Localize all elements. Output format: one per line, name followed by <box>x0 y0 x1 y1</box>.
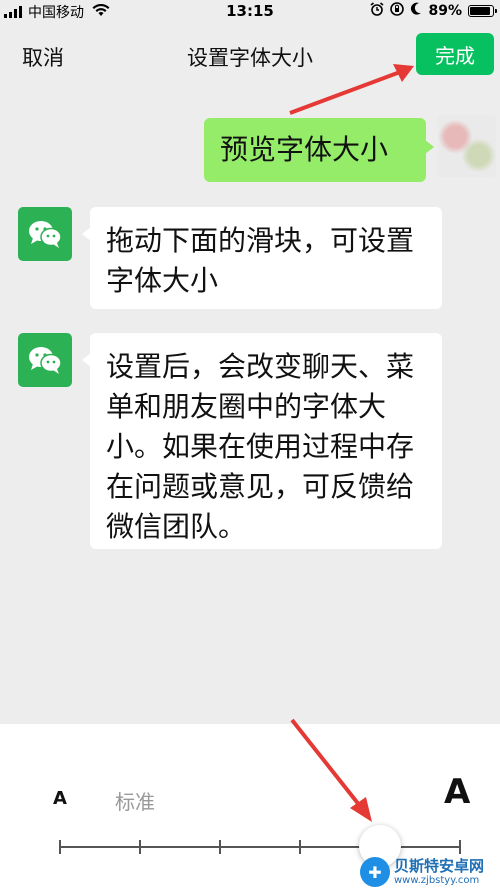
wechat-avatar <box>18 333 72 387</box>
wechat-avatar <box>18 207 72 261</box>
battery-fill <box>470 7 490 15</box>
slider-tick[interactable] <box>219 840 221 854</box>
battery-icon <box>468 5 497 17</box>
watermark-url: www.zjbstyy.com <box>394 874 480 886</box>
watermark-title: 贝斯特安卓网 <box>394 856 485 875</box>
watermark-text: 贝斯特安卓网 www.zjbstyy.com <box>394 856 485 887</box>
done-button[interactable]: 完成 <box>416 33 494 75</box>
message-bubble: 拖动下面的滑块，可设置字体大小 <box>82 207 442 309</box>
wechat-logo-icon <box>29 221 62 248</box>
small-font-label: A <box>53 788 67 809</box>
slider-tick[interactable] <box>299 840 301 854</box>
watermark: ✚ 贝斯特安卓网 www.zjbstyy.com <box>360 850 500 894</box>
slider-tick[interactable] <box>139 840 141 854</box>
status-bar: 中国移动 13:15 89% <box>0 0 500 22</box>
slider-tick[interactable] <box>59 840 61 854</box>
standard-label: 标准 <box>115 790 155 814</box>
battery-percent: 89% <box>428 3 462 19</box>
wechat-logo-icon <box>29 347 62 374</box>
alarm-icon <box>370 2 384 20</box>
moon-icon <box>410 2 422 20</box>
watermark-logo-icon: ✚ <box>360 857 390 887</box>
large-font-label: A <box>444 772 471 812</box>
status-right: 89% <box>370 2 497 20</box>
preview-bubble: 预览字体大小 <box>204 118 434 182</box>
orientation-lock-icon <box>390 2 405 20</box>
user-avatar <box>438 115 496 177</box>
message-bubble: 设置后，会改变聊天、菜单和朋友圈中的字体大小。如果在使用过程中存在问题或意见，可… <box>82 333 442 549</box>
